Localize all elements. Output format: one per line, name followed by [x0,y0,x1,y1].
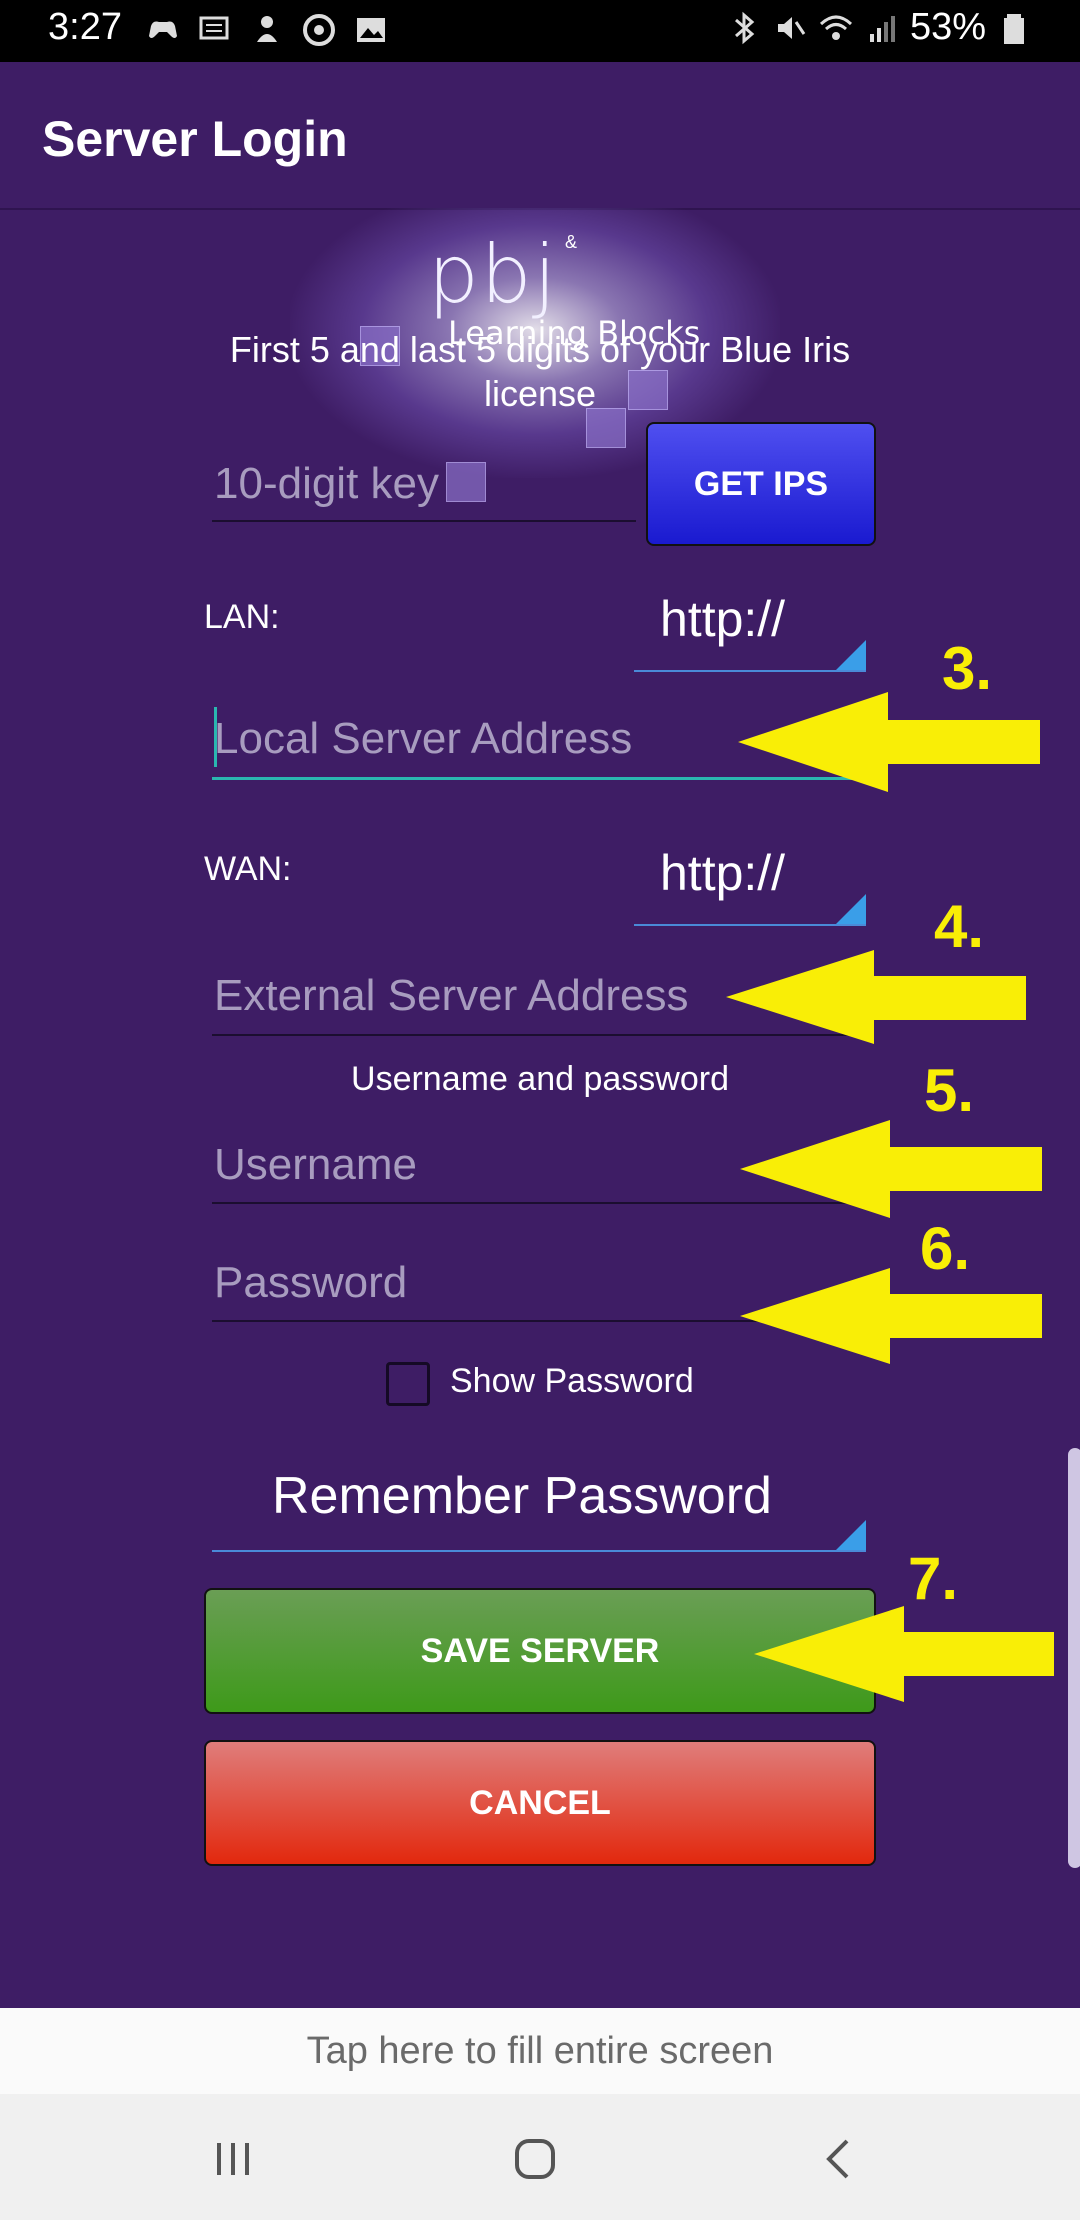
dropdown-arrow-icon [836,640,866,670]
text-cursor [214,707,217,767]
app-notification-icon [257,16,277,42]
annotation-step-4: 4. [934,893,985,960]
battery-percentage: 53% [909,6,986,48]
wan-label: WAN: [204,850,292,888]
annotation-arrow-icon [726,950,1026,1044]
game-controller-icon [149,21,177,38]
battery-icon [1004,13,1024,44]
wan-protocol-value: http:// [660,845,786,901]
back-button[interactable] [804,2124,874,2194]
status-bar: 3:27 53% [0,0,1080,62]
annotation-arrow-icon [738,692,1040,792]
mute-icon [777,16,806,39]
license-key-input[interactable] [212,448,636,522]
lan-protocol-dropdown[interactable]: http:// [634,580,866,672]
fill-screen-banner[interactable]: Tap here to fill entire screen [0,2008,1080,2094]
scrollbar[interactable] [1068,1448,1080,1868]
home-icon [515,2139,555,2179]
wifi-icon [819,15,852,40]
annotation-arrow-icon [754,1606,1054,1702]
show-password-label: Show Password [450,1362,694,1400]
remember-password-dropdown[interactable]: Remember Password [212,1452,866,1552]
annotation-step-3: 3. [942,635,993,702]
home-button[interactable] [500,2124,570,2194]
navigation-bar [0,2094,1080,2220]
page-title: Server Login [42,111,348,167]
credentials-section-label: Username and password [351,1060,729,1098]
license-instructions: First 5 and last 5 digits of your Blue I… [229,329,851,414]
back-icon [826,2139,849,2179]
logo-brand: pbj [428,228,558,321]
message-icon [199,16,229,40]
annotation-arrow-icon [740,1120,1042,1218]
recent-apps-icon [217,2143,249,2175]
annotation-arrow-icon [740,1268,1042,1364]
dropdown-arrow-icon [836,894,866,924]
logo-ampersand: & [565,232,578,252]
remember-password-value: Remember Password [272,1467,772,1525]
chrome-icon [303,14,335,46]
notification-icons [145,12,389,48]
wan-protocol-dropdown[interactable]: http:// [634,834,866,926]
status-time: 3:27 [48,6,122,48]
get-ips-button[interactable]: GET IPS [646,422,876,546]
annotation-step-6: 6. [920,1215,971,1282]
recent-apps-button[interactable] [198,2124,268,2194]
bluetooth-icon [734,11,755,44]
app-bar: Server Login [0,62,1080,210]
dropdown-arrow-icon [836,1520,866,1550]
image-icon [357,18,385,42]
show-password-checkbox[interactable] [386,1362,430,1406]
lan-label: LAN: [204,598,280,636]
annotation-step-7: 7. [908,1545,959,1612]
signal-icon [869,15,895,42]
lan-protocol-value: http:// [660,591,786,647]
status-right: 53% [726,6,1032,49]
annotation-step-5: 5. [924,1057,975,1124]
cancel-button[interactable]: CANCEL [204,1740,876,1866]
